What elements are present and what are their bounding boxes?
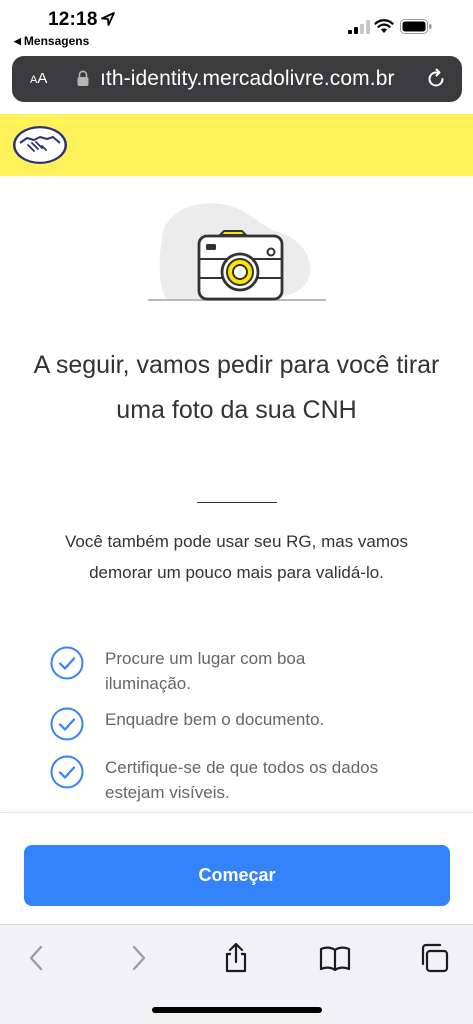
back-app-label: Mensagens [23,34,90,48]
url-text[interactable]: ıth-identity.mercadolivre.com.br [100,67,424,91]
signal-icon [348,20,370,34]
checklist-item-text: Certifique-se de que todos os dados este… [105,758,379,802]
checklist-item-text: Enquadre bem o documento. [105,710,325,729]
share-icon[interactable] [220,942,252,974]
status-bar: 12:18 ◀ Mensagens [0,0,473,50]
reload-icon[interactable] [424,67,448,91]
status-time: 12:18 [48,9,98,30]
page-title: A seguir, vamos pedir para você tirar um… [33,351,440,424]
back-to-app-link[interactable]: ◀ Mensagens [14,34,89,48]
battery-icon [400,19,432,34]
site-header [0,114,473,176]
tabs-icon[interactable] [418,942,450,974]
camera-icon [197,230,284,301]
back-triangle-icon: ◀ [14,35,21,46]
checklist-item-text: Procure um lugar com boa iluminação. [105,649,306,693]
lock-icon [77,70,89,86]
forward-arrow-icon[interactable] [122,942,154,974]
back-arrow-icon[interactable] [21,942,53,974]
title-divider [197,502,277,503]
handshake-logo[interactable] [12,124,68,166]
check-circle-icon [50,707,84,741]
location-arrow-icon [101,12,115,26]
camera-illustration [148,203,326,301]
start-button[interactable]: Começar [24,845,450,906]
wifi-icon [374,19,394,33]
check-circle-icon [50,646,84,680]
checklist-item: Enquadre bem o documento. [50,707,395,741]
check-circle-icon [50,755,84,789]
page-subtitle: Você também pode usar seu RG, mas vamos … [65,532,408,582]
home-indicator [152,1007,322,1013]
bookmarks-icon[interactable] [319,942,351,974]
text-size-button[interactable]: AA [30,70,47,87]
checklist-item: Procure um lugar com boa iluminação. [50,646,395,696]
checklist-item: Certifique-se de que todos os dados este… [50,755,395,805]
address-bar[interactable]: AA ıth-identity.mercadolivre.com.br [12,56,462,102]
